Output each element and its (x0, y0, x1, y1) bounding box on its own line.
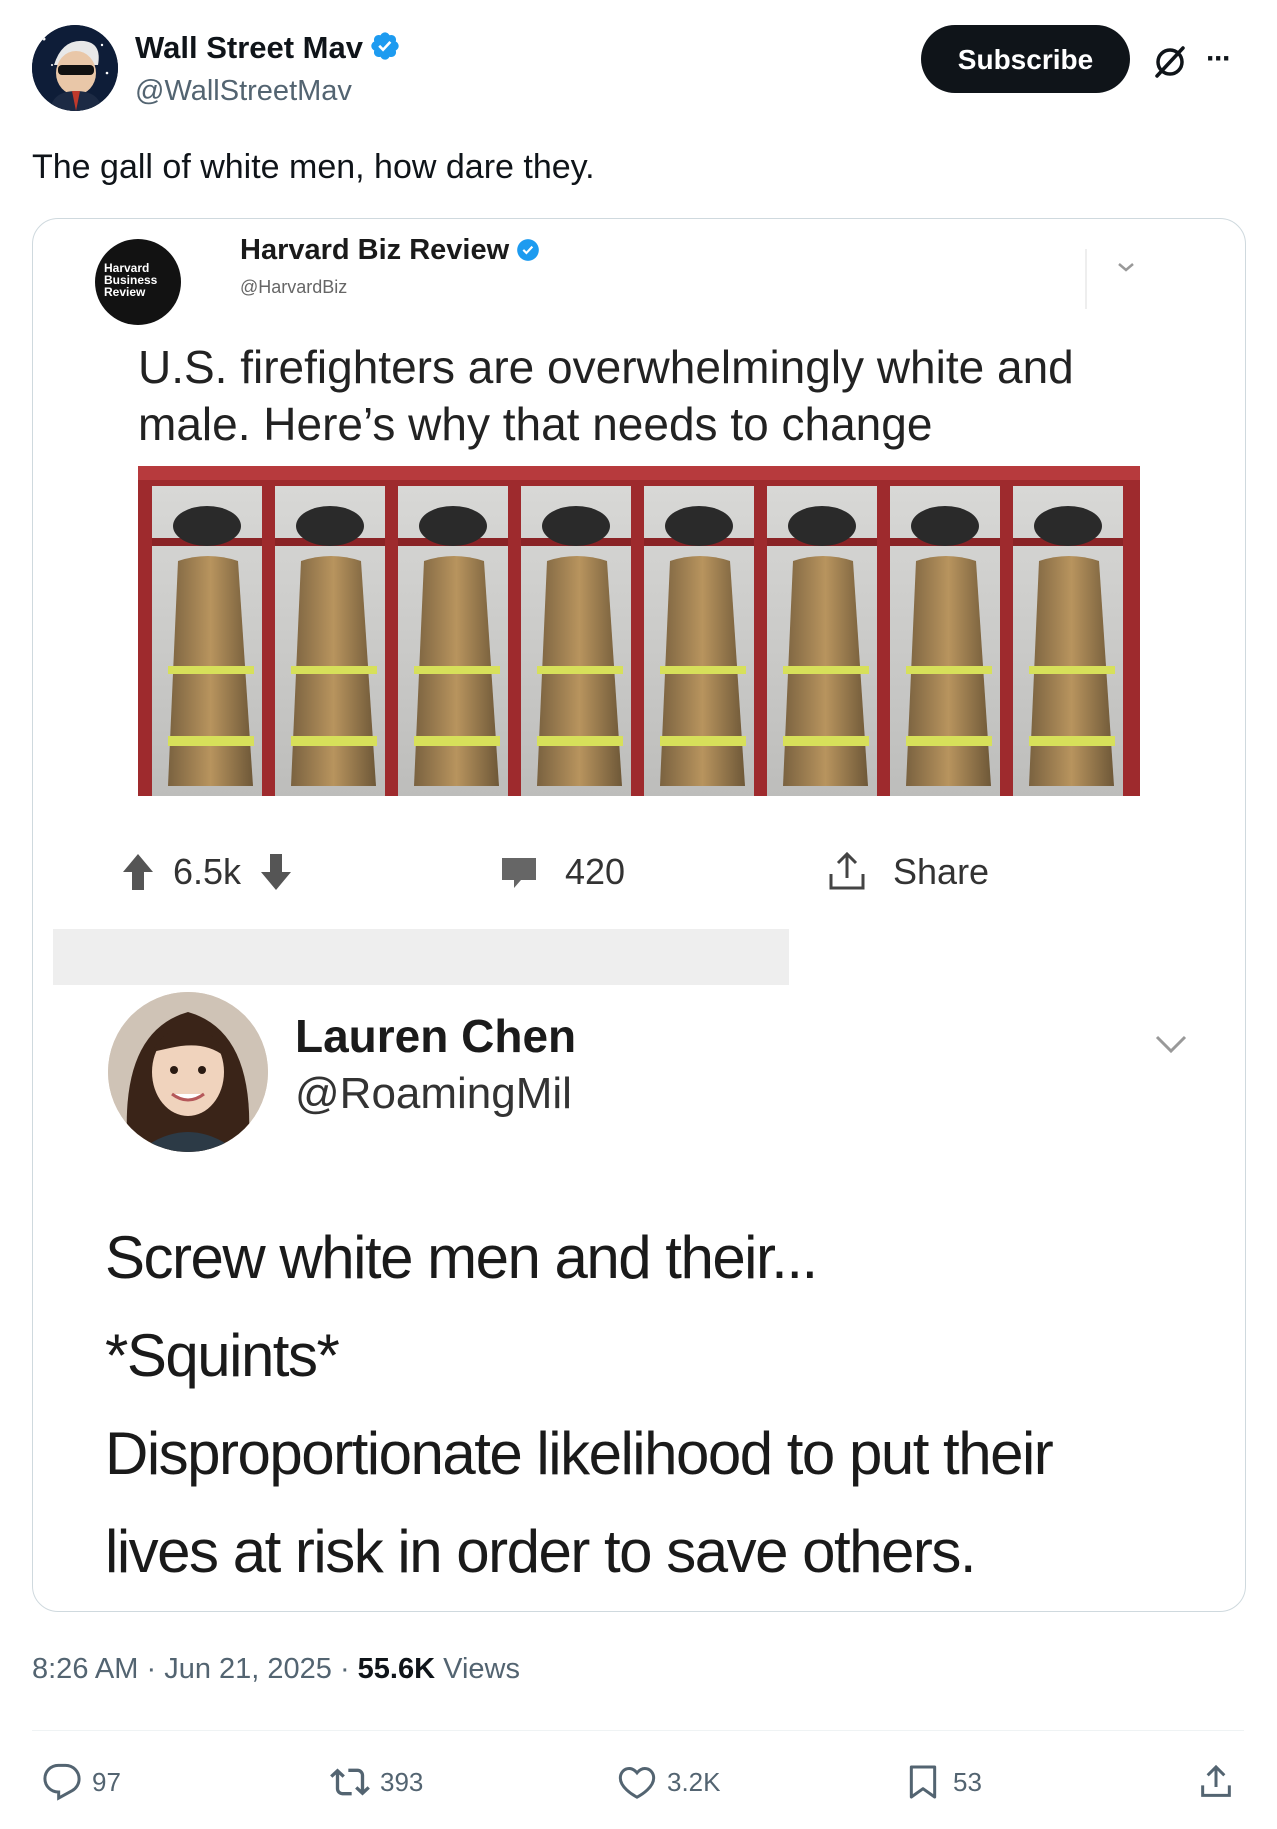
embedded-post-text: U.S. firefighters are overwhelmingly whi… (138, 341, 1074, 450)
reply-line: *Squints* (105, 1322, 340, 1389)
hbr-logo-text: Harvard Business Review (104, 261, 158, 299)
meta-separator: · (138, 1653, 165, 1685)
upvote-group: 6.5k (121, 849, 293, 893)
reply-count: 97 (92, 1766, 121, 1797)
comment-group: 420 (499, 849, 625, 893)
tweet-timestamp: 8:26 AM · Jun 21, 2025 · 55.6K Views (32, 1653, 520, 1686)
views-count: 55.6K (357, 1653, 436, 1685)
like-count: 3.2K (667, 1766, 721, 1797)
grok-icon[interactable] (1150, 42, 1190, 82)
author-avatar[interactable] (32, 25, 118, 111)
share-button[interactable] (1196, 1762, 1236, 1802)
reply-text: Screw white men and their... *Squints* D… (105, 1209, 1225, 1601)
share-upload-icon (1201, 1764, 1231, 1797)
upvote-arrow-icon (123, 854, 153, 891)
reply-line: lives at risk in order to save others. (105, 1518, 977, 1585)
author-name[interactable]: Wall Street Mav (135, 30, 401, 70)
share-group: Share (825, 849, 989, 894)
bookmark-button[interactable]: 53 (903, 1762, 982, 1802)
post-time[interactable]: 8:26 AM (32, 1653, 138, 1685)
screenshot-separator (53, 929, 789, 985)
embedded-author-name: Harvard Biz Review (240, 234, 541, 271)
reply-button[interactable]: 97 (42, 1762, 121, 1802)
tweet-media[interactable]: Harvard Business Review Harvard Biz Revi… (32, 218, 1246, 1612)
repost-count: 393 (380, 1766, 424, 1797)
post-date[interactable]: Jun 21, 2025 (164, 1653, 332, 1685)
subscribe-button[interactable]: Subscribe (921, 25, 1130, 93)
share-icon (829, 852, 865, 890)
embedded-chevron-down-icon (1113, 257, 1139, 277)
firefighter-lockers-photo (138, 466, 1140, 796)
meta-separator: · (331, 1653, 358, 1685)
reply-chevron-down-icon (1151, 1031, 1191, 1057)
comment-bubble-icon (502, 858, 536, 889)
share-label: Share (893, 851, 990, 893)
author-name-text[interactable]: Wall Street Mav (135, 30, 363, 65)
embedded-verified-icon (515, 237, 541, 271)
vote-count: 6.5k (173, 851, 242, 893)
embedded-author-handle: @HarvardBiz (240, 277, 348, 297)
reply-author-avatar (108, 992, 268, 1152)
repost-icon (330, 1768, 370, 1796)
repost-button[interactable]: 393 (330, 1762, 423, 1802)
reply-line: Disproportionate likelihood to put their (105, 1420, 1054, 1487)
views-label: Views (435, 1653, 520, 1685)
author-handle[interactable]: @WallStreetMav (135, 75, 352, 108)
reply-icon (43, 1763, 81, 1801)
verified-badge-icon (369, 30, 401, 70)
bookmark-icon (909, 1765, 937, 1799)
tweet-text: The gall of white men, how dare they. (32, 148, 595, 186)
embedded-divider (1085, 249, 1087, 309)
downvote-arrow-icon (261, 854, 292, 891)
hbr-logo: Harvard Business Review (95, 239, 181, 325)
comment-count: 420 (565, 851, 626, 893)
embedded-author-name-text: Harvard Biz Review (240, 234, 510, 266)
more-options-icon[interactable]: ··· (1206, 42, 1246, 75)
bookmark-count: 53 (953, 1766, 982, 1797)
action-divider (32, 1730, 1244, 1731)
reply-author-name: Lauren Chen (295, 1010, 577, 1062)
reply-author-handle: @RoamingMil (295, 1069, 572, 1118)
like-button[interactable]: 3.2K (617, 1762, 721, 1802)
heart-icon (618, 1766, 656, 1799)
reply-line: Screw white men and their... (105, 1224, 818, 1291)
